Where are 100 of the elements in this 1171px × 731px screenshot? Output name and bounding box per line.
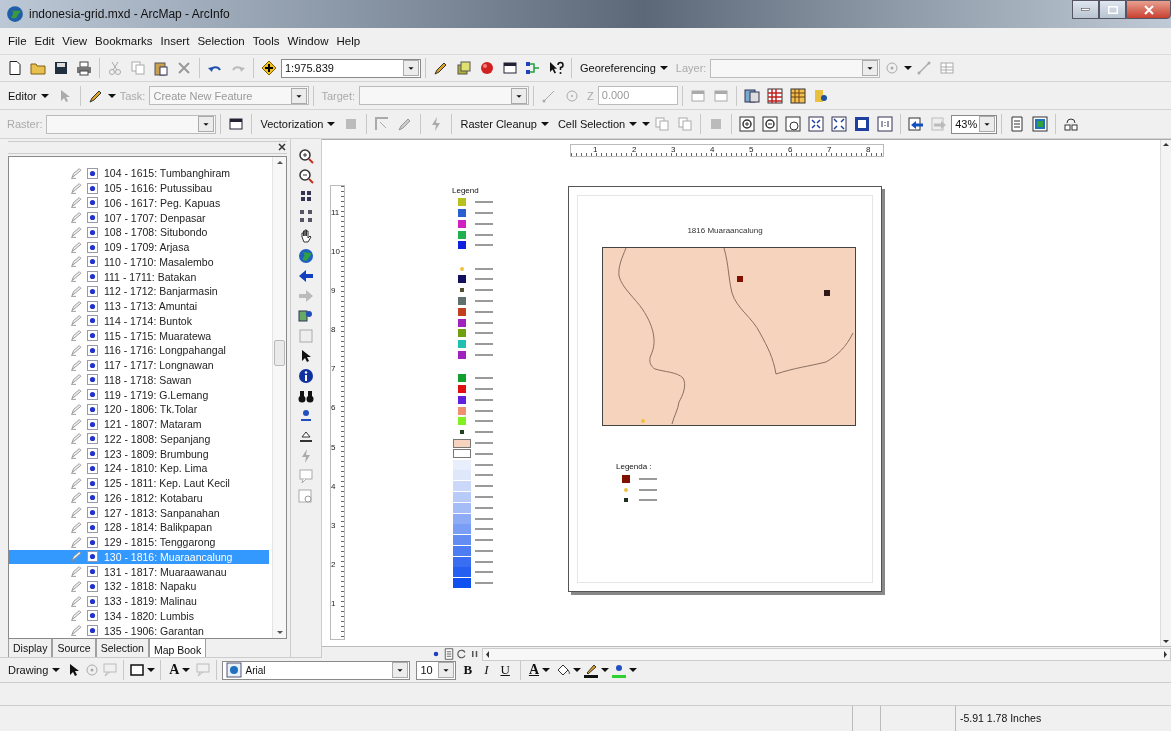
layer-item[interactable]: 114 - 1714: Buntok	[9, 313, 272, 329]
menu-item[interactable]: Edit	[30, 33, 59, 49]
page-icon[interactable]	[1009, 116, 1026, 132]
menu-button[interactable]: Vectorization	[256, 116, 340, 132]
layer-item[interactable]: 135 - 1906: Garantan	[9, 623, 272, 638]
layer-item[interactable]: 133 - 1819: Malinau	[9, 593, 272, 609]
close-button[interactable]	[1126, 0, 1171, 19]
layer-item[interactable]: 115 - 1715: Muaratewa	[9, 328, 272, 343]
layer-item[interactable]: 110 - 1710: Masalembo	[9, 254, 272, 270]
print-icon[interactable]	[76, 60, 92, 76]
menu-button[interactable]: Raster Cleanup	[456, 116, 553, 132]
tab[interactable]: Display	[8, 639, 53, 658]
menu-button[interactable]: Georeferencing	[576, 60, 672, 76]
flow-icon[interactable]	[525, 60, 541, 76]
window-icon[interactable]	[228, 116, 245, 132]
hand-icon[interactable]	[298, 227, 314, 244]
help-pointer-icon[interactable]	[548, 60, 564, 76]
layer-item[interactable]: 104 - 1615: Tumbanghiram	[9, 166, 272, 181]
menu-item[interactable]: View	[58, 33, 92, 49]
grid-icon[interactable]	[789, 87, 806, 104]
fixed-zoom-out-icon[interactable]	[831, 116, 848, 132]
menu-item[interactable]: Selection	[193, 33, 249, 49]
menu-button[interactable]: Cell Selection	[553, 116, 642, 132]
back-arrow-icon[interactable]	[298, 267, 314, 284]
layer-item[interactable]: 111 - 1711: Batakan	[9, 269, 272, 284]
fixed-zoom-out-icon[interactable]	[298, 207, 314, 224]
layer-item[interactable]: 105 - 1616: Putussibau	[9, 180, 272, 196]
back-extent-icon[interactable]	[908, 116, 925, 132]
layer-item[interactable]: 118 - 1718: Sawan	[9, 372, 272, 388]
layer-item[interactable]: 124 - 1810: Kep. Lima	[9, 461, 272, 476]
text-tool-button[interactable]: A	[166, 662, 194, 678]
menu-item[interactable]: File	[4, 33, 31, 49]
layer-item[interactable]: 134 - 1820: Lumbis	[9, 608, 272, 624]
underline-button[interactable]: U	[495, 662, 515, 678]
menu-item[interactable]: Help	[332, 33, 365, 49]
layer-item[interactable]: 119 - 1719: G.Lemang	[9, 387, 272, 402]
pan-icon[interactable]	[785, 116, 802, 132]
menu-button[interactable]: Drawing	[4, 662, 65, 678]
font-dropdown[interactable]: Arial	[222, 660, 411, 680]
bold-button[interactable]: B	[458, 662, 478, 678]
layer-item[interactable]: 131 - 1817: Muaraawanau	[9, 564, 272, 579]
layer-item[interactable]: 109 - 1709: Arjasa	[9, 239, 272, 255]
layer-item[interactable]: 108 - 1708: Situbondo	[9, 225, 272, 240]
paste-icon[interactable]	[153, 60, 169, 76]
new-document-icon[interactable]	[7, 60, 23, 76]
zoom-in-icon[interactable]	[298, 147, 314, 164]
layer-item[interactable]: 132 - 1818: Napaku	[9, 579, 272, 594]
scrollbar-thumb[interactable]	[274, 340, 285, 366]
line-color-icon[interactable]	[583, 662, 599, 678]
folder-icon[interactable]	[30, 60, 46, 76]
menu-item[interactable]: Insert	[156, 33, 194, 49]
menu-item[interactable]: Tools	[248, 33, 284, 49]
dropdown-field[interactable]: 1:975.839	[281, 58, 421, 78]
focus-map-icon[interactable]	[1032, 116, 1049, 132]
font-color-button[interactable]: A	[525, 662, 553, 678]
zoom-out-icon[interactable]	[298, 167, 314, 184]
layer-item[interactable]: 121 - 1807: Mataram	[9, 416, 272, 432]
add-data-icon[interactable]	[261, 60, 277, 76]
dropdown-field[interactable]: 43%	[951, 114, 998, 134]
italic-button[interactable]: I	[479, 662, 494, 678]
menu-button[interactable]: Editor	[4, 87, 53, 104]
zoom-out-icon[interactable]	[762, 116, 779, 132]
menu-item[interactable]: Window	[283, 33, 333, 49]
layer-item[interactable]: 116 - 1716: Longpahangal	[9, 343, 272, 358]
globe-icon[interactable]	[298, 247, 314, 264]
layer-item[interactable]: 122 - 1808: Sepanjang	[9, 431, 272, 447]
layers-icon[interactable]	[456, 60, 472, 76]
marker-color-icon[interactable]	[611, 662, 627, 678]
rectangle-icon[interactable]	[129, 662, 146, 678]
fill-color-icon[interactable]	[555, 662, 571, 678]
grid-icon[interactable]	[766, 87, 783, 104]
close-icon[interactable]	[277, 142, 287, 152]
layer-item[interactable]: 107 - 1707: Denpasar	[9, 210, 272, 225]
pin-icon[interactable]	[298, 407, 314, 424]
location-icon[interactable]	[298, 307, 314, 324]
window-icon[interactable]	[502, 60, 518, 76]
map-icon[interactable]	[743, 87, 760, 104]
maximize-button[interactable]	[1099, 0, 1126, 19]
layer-item[interactable]: 129 - 1815: Tenggarong	[9, 534, 272, 550]
layer-item[interactable]: 113 - 1713: Amuntai	[9, 298, 272, 314]
layer-item[interactable]: 120 - 1806: Tk.Tolar	[9, 402, 272, 417]
layer-item[interactable]: 106 - 1617: Peg. Kapuas	[9, 195, 272, 211]
full-extent-icon[interactable]	[854, 116, 871, 132]
clock-window-icon[interactable]	[298, 487, 314, 504]
minimize-button[interactable]	[1072, 0, 1099, 19]
layer-item[interactable]: 112 - 1712: Banjarmasin	[9, 284, 272, 299]
ball-icon[interactable]	[479, 60, 495, 76]
layer-item[interactable]: 123 - 1809: Brumbung	[9, 446, 272, 461]
actual-size-icon[interactable]	[877, 116, 894, 132]
save-icon[interactable]	[53, 60, 69, 76]
change-layout-icon[interactable]	[1063, 116, 1080, 132]
menu-item[interactable]: Bookmarks	[91, 33, 157, 49]
layer-item[interactable]: 127 - 1813: Sanpanahan	[9, 505, 272, 520]
layer-item[interactable]: 128 - 1814: Balikpapan	[9, 520, 272, 535]
layer-item[interactable]: 126 - 1812: Kotabaru	[9, 490, 272, 506]
layer-item[interactable]: 117 - 1717: Longnawan	[9, 357, 272, 373]
fixed-zoom-in-icon[interactable]	[808, 116, 825, 132]
zoom-in-icon[interactable]	[739, 116, 756, 132]
page-icon[interactable]	[443, 646, 455, 661]
layer-item[interactable]: 125 - 1811: Kep. Laut Kecil	[9, 475, 272, 491]
